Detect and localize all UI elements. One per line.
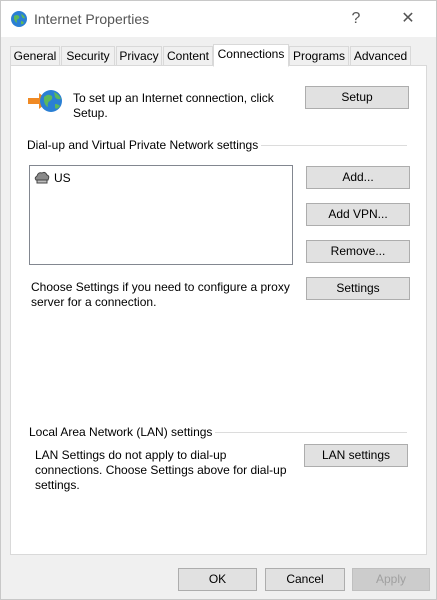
tab-security[interactable]: Security <box>61 46 115 66</box>
window-title: Internet Properties <box>34 11 150 27</box>
dialup-group-label: Dial-up and Virtual Private Network sett… <box>27 138 262 152</box>
close-button[interactable]: ✕ <box>393 1 423 37</box>
add-vpn-button[interactable]: Add VPN... <box>306 203 410 226</box>
tab-programs[interactable]: Programs <box>289 46 349 66</box>
tab-content[interactable]: Content <box>163 46 213 66</box>
add-button[interactable]: Add... <box>306 166 410 189</box>
globe-icon <box>11 11 27 27</box>
help-button[interactable]: ? <box>341 1 371 37</box>
lan-group-label: Local Area Network (LAN) settings <box>29 425 216 439</box>
connections-list[interactable]: US <box>29 165 293 265</box>
network-connection-icon <box>34 171 50 184</box>
title-bar[interactable]: Internet Properties ? ✕ <box>1 1 436 37</box>
proxy-description: Choose Settings if you need to configure… <box>31 280 290 309</box>
remove-button[interactable]: Remove... <box>306 240 410 263</box>
internet-properties-dialog: Internet Properties ? ✕ General Security… <box>0 0 437 600</box>
settings-button[interactable]: Settings <box>306 277 410 300</box>
cancel-button[interactable]: Cancel <box>265 568 345 591</box>
ok-button[interactable]: OK <box>178 568 257 591</box>
tab-general[interactable]: General <box>10 46 60 66</box>
list-item-label: US <box>54 171 71 185</box>
tab-privacy[interactable]: Privacy <box>116 46 162 66</box>
internet-setup-icon <box>28 90 62 112</box>
apply-button: Apply <box>352 568 430 591</box>
tab-connections[interactable]: Connections <box>213 44 289 67</box>
lan-description: LAN Settings do not apply to dial-up con… <box>35 448 287 492</box>
setup-button[interactable]: Setup <box>305 86 409 109</box>
tab-advanced[interactable]: Advanced <box>350 46 411 66</box>
lan-settings-button[interactable]: LAN settings <box>304 444 408 467</box>
setup-description: To set up an Internet connection, click … <box>73 91 274 120</box>
